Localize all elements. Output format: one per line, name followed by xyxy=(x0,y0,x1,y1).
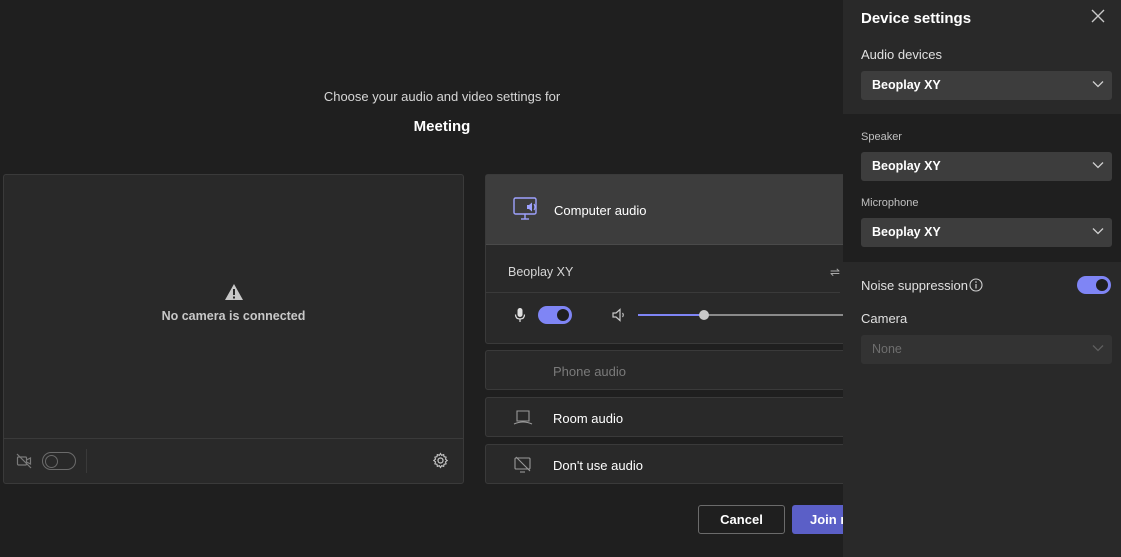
speaker-label: Speaker xyxy=(861,131,902,143)
video-controls xyxy=(4,438,463,483)
chevron-down-icon xyxy=(1092,228,1104,235)
camera-off-icon xyxy=(16,453,32,469)
camera-dropdown[interactable]: None xyxy=(861,335,1112,364)
camera-label: Camera xyxy=(861,311,908,326)
camera-toggle[interactable] xyxy=(42,452,76,470)
close-icon[interactable] xyxy=(1091,9,1105,23)
microphone-value: Beoplay XY xyxy=(872,225,941,239)
gear-icon[interactable] xyxy=(432,452,449,469)
no-audio-label: Don't use audio xyxy=(553,458,643,473)
speaker-dropdown[interactable]: Beoplay XY xyxy=(861,152,1112,181)
no-audio-icon xyxy=(514,456,531,473)
meeting-title: Meeting xyxy=(413,118,471,135)
no-audio-option[interactable]: Don't use audio xyxy=(485,444,855,484)
noise-suppression-toggle[interactable] xyxy=(1077,276,1111,294)
room-audio-label: Room audio xyxy=(553,411,624,426)
phone-audio-option[interactable]: Phone audio xyxy=(485,350,855,390)
room-audio-icon xyxy=(513,410,533,425)
chevron-down-icon xyxy=(1092,345,1104,352)
audio-controls xyxy=(486,293,858,343)
no-camera-notice: No camera is connected xyxy=(4,283,463,325)
info-icon[interactable] xyxy=(969,278,983,292)
volume-slider-thumb[interactable] xyxy=(699,310,709,320)
room-audio-option[interactable]: Room audio xyxy=(485,397,855,437)
audio-devices-value: Beoplay XY xyxy=(872,78,941,92)
video-preview: No camera is connected xyxy=(3,174,464,484)
speaker-icon xyxy=(612,308,624,322)
camera-value: None xyxy=(872,342,902,356)
speaker-value: Beoplay XY xyxy=(872,159,941,173)
no-camera-message: No camera is connected xyxy=(161,309,306,323)
microphone-toggle[interactable] xyxy=(538,306,572,324)
device-settings-panel: Device settings Audio devices Beoplay XY… xyxy=(843,0,1121,557)
computer-audio-option[interactable]: Computer audio Beoplay XY ⇌ xyxy=(485,174,858,344)
chevron-down-icon xyxy=(1092,81,1104,88)
microphone-dropdown[interactable]: Beoplay XY xyxy=(861,218,1112,247)
audio-device-row: Beoplay XY ⇌ xyxy=(486,245,840,293)
audio-devices-label: Audio devices xyxy=(861,47,942,62)
phone-audio-label: Phone audio xyxy=(553,364,627,379)
microphone-label: Microphone xyxy=(861,197,919,209)
computer-audio-label: Computer audio xyxy=(554,203,647,218)
audio-devices-dropdown[interactable]: Beoplay XY xyxy=(861,71,1112,100)
meeting-subtitle: Choose your audio and video settings for xyxy=(323,89,561,104)
cancel-button[interactable]: Cancel xyxy=(698,505,785,534)
warning-icon xyxy=(224,284,243,300)
noise-suppression-label: Noise suppression xyxy=(861,278,968,293)
device-settings-icon[interactable]: ⇌ xyxy=(830,265,840,279)
chevron-down-icon xyxy=(1092,162,1104,169)
computer-audio-header[interactable]: Computer audio xyxy=(486,175,854,245)
microphone-icon xyxy=(514,308,526,322)
divider xyxy=(86,449,87,473)
device-settings-title: Device settings xyxy=(861,10,972,27)
computer-audio-icon xyxy=(513,197,537,220)
audio-device-name: Beoplay XY xyxy=(508,265,574,279)
volume-slider[interactable] xyxy=(638,310,858,320)
volume-slider-fill xyxy=(638,314,704,316)
